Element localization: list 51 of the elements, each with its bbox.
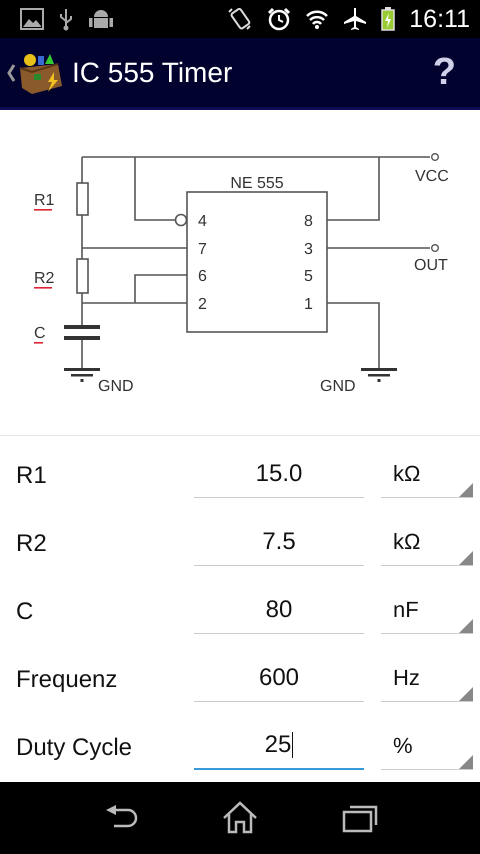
pin-number: 6: [198, 268, 207, 285]
field-label: R2: [16, 530, 48, 558]
app-title: IC 555 Timer: [72, 56, 232, 88]
component-label: R2: [34, 270, 54, 287]
pin-number: 2: [198, 296, 207, 313]
pin-number: 1: [304, 296, 313, 313]
input-field[interactable]: 7.5: [194, 522, 364, 566]
input-field[interactable]: 600: [194, 658, 364, 702]
airplane-icon: [343, 7, 368, 31]
spellcheck-underline: [34, 342, 43, 344]
input-field[interactable]: 80: [194, 590, 364, 634]
pin-number: 3: [304, 241, 313, 258]
image-icon: [20, 8, 44, 30]
help-button[interactable]: ?: [428, 51, 460, 94]
terminal-label: VCC: [415, 168, 449, 185]
spellcheck-underline: [34, 287, 52, 289]
pin-number: 5: [304, 268, 313, 285]
unit-dropdown[interactable]: Hz: [381, 658, 473, 702]
ground-label: GND: [320, 378, 356, 395]
field-label: C: [16, 598, 34, 626]
pin-number: 8: [304, 213, 313, 230]
wifi-icon: [305, 8, 330, 30]
chip-label: NE 555: [230, 175, 284, 192]
unit-dropdown[interactable]: kΩ: [381, 522, 473, 566]
component-label: C: [34, 325, 46, 342]
field-label: Frequenz: [16, 666, 118, 694]
unit-dropdown[interactable]: kΩ: [381, 454, 473, 498]
field-label: R1: [16, 462, 48, 490]
ground-label: GND: [98, 378, 134, 395]
component-label: R1: [34, 192, 54, 209]
unit-dropdown[interactable]: %: [381, 726, 473, 770]
input-field[interactable]: 25: [194, 726, 364, 770]
unit-dropdown[interactable]: nF: [381, 590, 473, 634]
alarm-clock-icon: [267, 7, 292, 31]
chevron-left-icon[interactable]: [6, 62, 16, 82]
vibrate-icon: [227, 6, 254, 32]
dropdown-corner-icon: [459, 755, 473, 769]
battery-charging-icon: [381, 7, 396, 31]
field-label: Duty Cycle: [16, 734, 134, 762]
pin-number: 7: [198, 241, 207, 258]
dropdown-corner-icon: [459, 551, 473, 565]
input-field[interactable]: 15.0: [194, 454, 364, 498]
dropdown-corner-icon: [459, 687, 473, 701]
spellcheck-underline: [34, 209, 52, 211]
pin-number: 4: [198, 213, 207, 230]
android-icon: [88, 7, 114, 31]
terminal-label: OUT: [414, 257, 448, 274]
dropdown-corner-icon: [459, 483, 473, 497]
usb-icon: [58, 7, 74, 31]
status-time: 16:11: [409, 4, 470, 34]
dropdown-corner-icon: [459, 619, 473, 633]
